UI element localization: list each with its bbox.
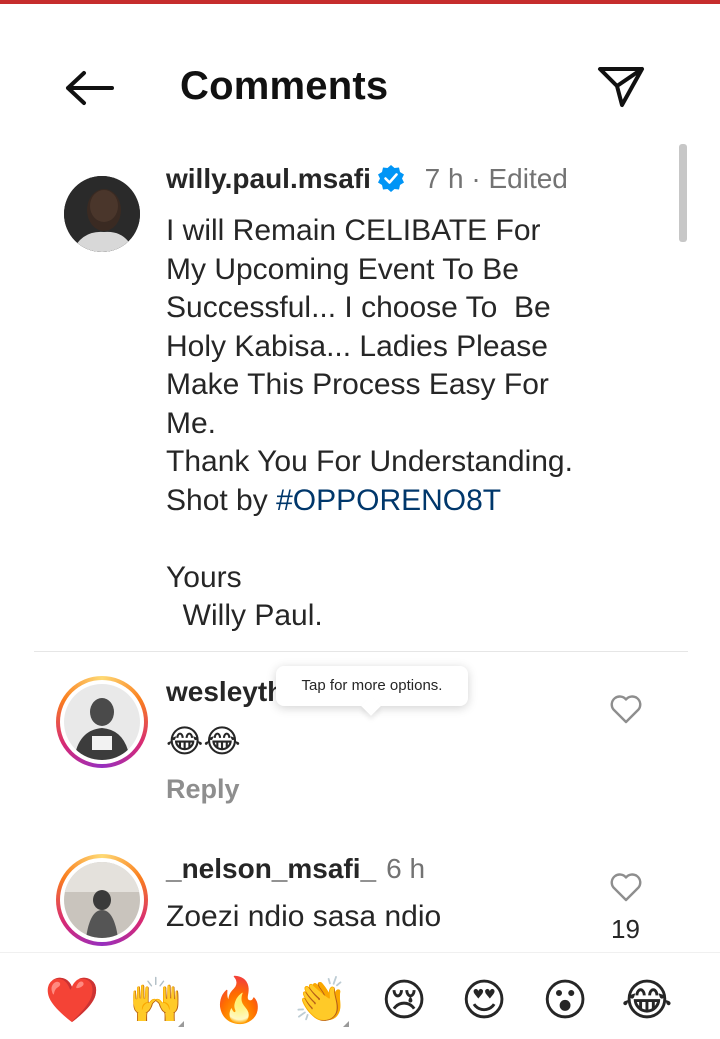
like-heart-icon[interactable]: [609, 694, 643, 724]
caption-username[interactable]: willy.paul.msafi: [166, 163, 371, 194]
emoji-surprised-face[interactable]: 😮: [537, 973, 593, 1029]
like-heart-icon[interactable]: [609, 872, 643, 902]
caption-meta: willy.paul.msafi 7 h · Edited: [166, 163, 568, 195]
caption-hashtag[interactable]: #OPPORENO8T: [276, 484, 501, 517]
avatar: [64, 684, 140, 760]
tooltip-text: Tap for more options.: [301, 677, 443, 694]
skin-tone-indicator: [343, 1021, 349, 1027]
comment-text: Zoezi ndio sasa ndio: [166, 900, 442, 933]
caption-divider: [34, 651, 688, 652]
comment-username[interactable]: _nelson_msafi_: [166, 853, 376, 884]
verified-badge-icon: [377, 165, 404, 192]
caption-time: 7 h: [424, 163, 464, 194]
emoji-raising-hands[interactable]: 🙌: [128, 973, 184, 1029]
like-count: 19: [611, 914, 640, 944]
avatar-story-ring[interactable]: [56, 676, 148, 768]
avatar: [64, 862, 140, 938]
tooltip-arrow: [361, 696, 381, 716]
emoji-heart-eyes[interactable]: 😍: [456, 973, 512, 1029]
status-accent-strip: [0, 0, 720, 4]
emoji-reaction-bar: ❤️ 🙌 🔥 👏 😢 😍 😮 😂: [0, 952, 720, 1039]
reply-button[interactable]: Reply: [166, 774, 240, 805]
comment-username[interactable]: wesleyth: [166, 676, 284, 708]
avatar[interactable]: [64, 176, 140, 252]
avatar-story-ring[interactable]: [56, 854, 148, 946]
page-title: Comments: [180, 64, 389, 108]
comments-header: Comments: [0, 40, 720, 130]
comment-meta: _nelson_msafi_ 6 h: [166, 853, 425, 885]
caption-text: I will Remain CELIBATE For My Upcoming E…: [166, 212, 666, 636]
scrollbar-thumb[interactable]: [679, 144, 687, 242]
caption-body: I will Remain CELIBATE For My Upcoming E…: [166, 214, 573, 517]
back-arrow-icon[interactable]: [60, 68, 116, 108]
comment-time: 6 h: [386, 853, 426, 884]
meta-separator: ·: [463, 163, 489, 194]
emoji-red-heart[interactable]: ❤️: [44, 973, 100, 1029]
tooltip: Tap for more options.: [276, 666, 468, 716]
direct-send-icon[interactable]: [596, 64, 646, 110]
emoji-tears-of-joy[interactable]: 😂: [619, 973, 675, 1029]
skin-tone-indicator: [178, 1021, 184, 1027]
emoji-fire[interactable]: 🔥: [211, 973, 267, 1029]
edited-label: Edited: [488, 163, 568, 194]
emoji-crying-face[interactable]: 😢: [376, 973, 432, 1029]
emoji-clapping-hands[interactable]: 👏: [293, 973, 349, 1029]
caption-signoff: Yours Willy Paul.: [166, 560, 323, 633]
comment-text: 😂😂: [166, 723, 241, 759]
